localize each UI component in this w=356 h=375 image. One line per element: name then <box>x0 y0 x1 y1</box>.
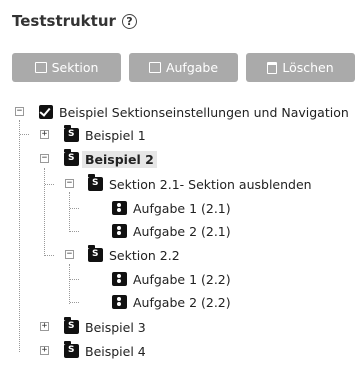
collapse-toggle-sektion-2-2[interactable]: − <box>65 250 74 259</box>
checkbox-icon <box>39 105 53 119</box>
collapse-toggle-sektion-2-1[interactable]: − <box>65 179 74 188</box>
section-folder-icon <box>88 245 103 262</box>
expand-toggle-beispiel-4[interactable]: + <box>40 346 49 355</box>
tree-node-beispiel-3[interactable]: Beispiel 3 <box>64 317 146 337</box>
tree-node-aufgabe-2-2-1[interactable]: Aufgabe 2 (2.1) <box>112 221 231 241</box>
task-icon <box>112 295 127 309</box>
section-folder-icon <box>64 317 79 334</box>
expand-toggle-beispiel-1[interactable]: + <box>40 130 49 139</box>
tree-node-label: Beispiel 2 <box>82 150 157 168</box>
tree-node-label: Sektion 2.1- Sektion ausblenden <box>109 176 312 192</box>
section-folder-icon <box>64 125 79 142</box>
tree-node-label: Beispiel Sektionseinstellungen und Navig… <box>59 104 349 120</box>
tree-node-sektion-2-2[interactable]: Sektion 2.2 <box>88 245 180 265</box>
tree-node-label: Aufgabe 2 (2.2) <box>133 294 231 310</box>
tree-node-aufgabe-1-2-1[interactable]: Aufgabe 1 (2.1) <box>112 198 231 218</box>
tree-node-label: Aufgabe 1 (2.2) <box>133 271 231 287</box>
tree-node-label: Beispiel 3 <box>85 319 146 335</box>
collapse-toggle-beispiel-2[interactable]: − <box>40 154 49 163</box>
tree-node-beispiel-4[interactable]: Beispiel 4 <box>64 341 146 361</box>
tree-node-label: Sektion 2.2 <box>109 247 180 263</box>
tree-node-label: Beispiel 1 <box>85 127 146 143</box>
tree-node-label: Aufgabe 2 (2.1) <box>133 223 231 239</box>
collapse-toggle-root[interactable]: − <box>15 107 24 116</box>
test-structure-tree: − + − − − + + Beispiel Sektionseinstellu… <box>0 0 356 375</box>
tree-node-beispiel-1[interactable]: Beispiel 1 <box>64 125 146 145</box>
tree-node-label: Beispiel 4 <box>85 343 146 359</box>
tree-node-beispiel-2[interactable]: Beispiel 2 <box>64 149 157 169</box>
tree-node-aufgabe-1-2-2[interactable]: Aufgabe 1 (2.2) <box>112 269 231 289</box>
section-folder-icon <box>64 149 79 166</box>
expand-toggle-beispiel-3[interactable]: + <box>40 322 49 331</box>
tree-node-root[interactable]: Beispiel Sektionseinstellungen und Navig… <box>39 102 349 122</box>
task-icon <box>112 224 127 238</box>
tree-node-label: Aufgabe 1 (2.1) <box>133 200 231 216</box>
section-folder-icon <box>64 341 79 358</box>
tree-node-sektion-2-1[interactable]: Sektion 2.1- Sektion ausblenden <box>88 174 312 194</box>
section-folder-icon <box>88 174 103 191</box>
task-icon <box>112 272 127 286</box>
tree-node-aufgabe-2-2-2[interactable]: Aufgabe 2 (2.2) <box>112 292 231 312</box>
task-icon <box>112 201 127 215</box>
